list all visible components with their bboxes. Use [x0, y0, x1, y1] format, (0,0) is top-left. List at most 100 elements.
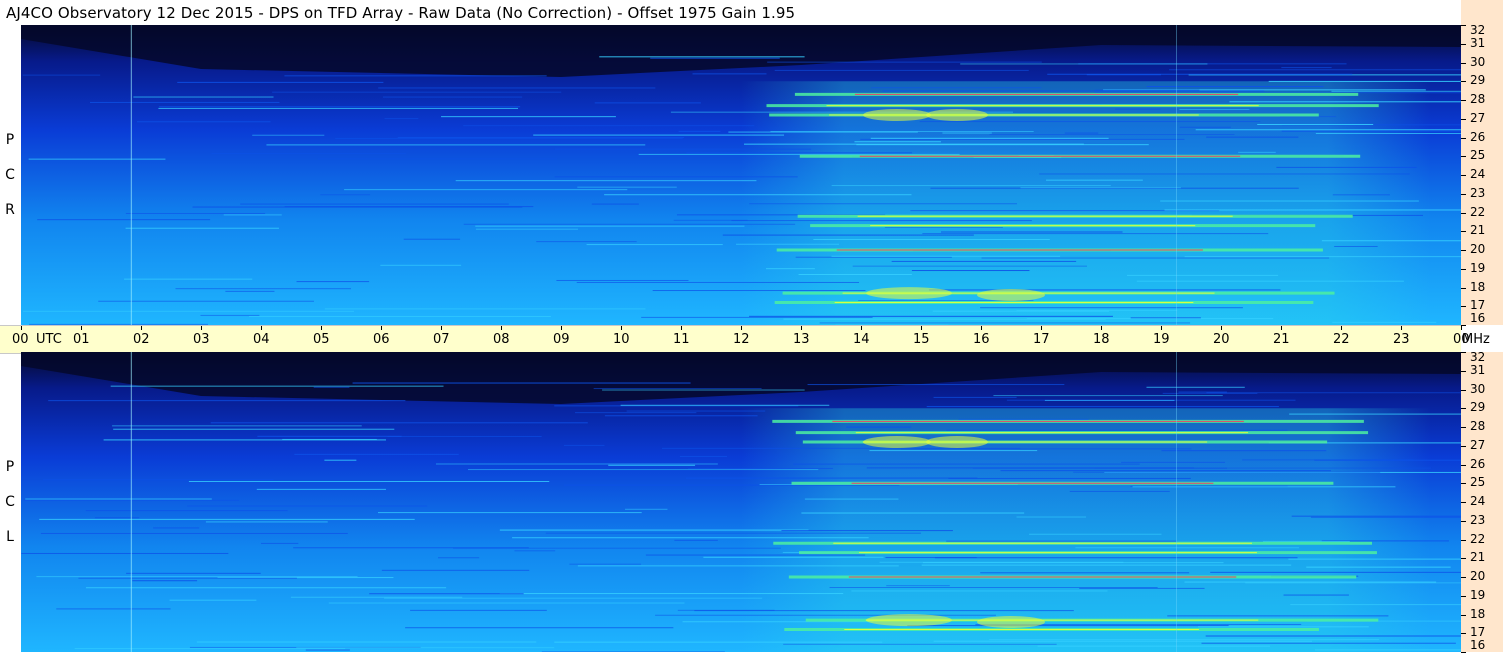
texture-line: [829, 587, 1158, 589]
texture-line: [1281, 130, 1461, 132]
texture-line: [252, 134, 325, 136]
texture-line: [604, 415, 758, 417]
texture-line: [749, 203, 1017, 205]
interference-core: [844, 629, 1199, 630]
frequency-tick: [1461, 81, 1466, 83]
time-tick: [801, 326, 802, 330]
texture-line: [296, 647, 555, 649]
frequency-tick: [1461, 287, 1466, 289]
texture-line: [284, 75, 547, 77]
texture-line: [103, 439, 386, 441]
burst-blob: [926, 109, 988, 121]
texture-line: [545, 532, 922, 534]
texture-line: [335, 138, 683, 140]
texture-line: [641, 316, 873, 318]
texture-line: [783, 318, 1106, 320]
texture-line: [382, 96, 523, 98]
texture-line: [463, 125, 755, 127]
texture-line: [993, 395, 1223, 397]
texture-line: [294, 453, 459, 455]
texture-line: [781, 530, 953, 532]
texture-line: [223, 214, 282, 216]
texture-line: [554, 176, 798, 178]
texture-line: [946, 540, 1177, 542]
texture-line: [125, 227, 279, 229]
frequency-tick: [1461, 137, 1466, 139]
texture-line: [783, 643, 1057, 645]
texture-line: [1206, 392, 1461, 394]
time-tick-label: 10: [613, 332, 630, 347]
texture-line: [344, 189, 628, 191]
corner-strip: [1461, 0, 1503, 25]
texture-line: [960, 63, 1208, 65]
frequency-tick-label: 19: [1470, 587, 1486, 602]
time-tick: [861, 326, 862, 330]
texture-line: [1047, 73, 1353, 75]
texture-line: [604, 194, 912, 196]
lcp-letter-3: P: [5, 459, 15, 475]
texture-line: [42, 479, 274, 481]
burst-blob: [866, 614, 952, 627]
time-tick-label: 22: [1333, 332, 1350, 347]
active-region: [741, 81, 1431, 325]
texture-line: [980, 572, 1190, 574]
frequency-tick-label: 27: [1470, 110, 1486, 125]
frequency-tick: [1461, 520, 1466, 522]
texture-line: [1288, 558, 1461, 560]
texture-line: [499, 593, 844, 595]
frequency-tick: [1461, 539, 1466, 541]
texture-line: [577, 565, 899, 567]
time-tick: [681, 326, 682, 330]
frequency-tick-label: 31: [1470, 362, 1486, 377]
frequency-tick: [1461, 100, 1466, 101]
texture-line: [261, 542, 299, 544]
texture-line: [1127, 274, 1279, 276]
interference-core: [832, 420, 1244, 422]
time-tick: [1101, 326, 1102, 330]
time-tick: [1221, 326, 1222, 330]
texture-line: [922, 233, 1269, 235]
frequency-tick: [1461, 62, 1466, 64]
texture-line: [625, 508, 668, 510]
frequency-tick-label: 25: [1470, 148, 1486, 163]
time-tick-label: 23: [1393, 332, 1410, 347]
texture-line: [677, 609, 775, 611]
texture-line: [290, 596, 463, 598]
texture-line: [1291, 515, 1461, 517]
time-tick: [381, 326, 382, 330]
frequency-tick: [1461, 389, 1466, 391]
texture-line: [21, 552, 229, 554]
texture-line: [626, 410, 766, 412]
texture-line: [1210, 571, 1461, 573]
texture-line: [650, 57, 780, 59]
frequency-tick: [1461, 502, 1466, 503]
frequency-tick: [1461, 43, 1466, 45]
vertical-marker: [130, 25, 132, 325]
texture-line: [980, 307, 1243, 309]
texture-line: [934, 557, 1298, 559]
texture-line: [257, 435, 402, 437]
burst-blob: [977, 289, 1045, 301]
time-tick-label: 11: [673, 332, 690, 347]
texture-line: [211, 153, 406, 155]
frequency-tick: [1461, 268, 1466, 270]
burst-blob: [863, 109, 931, 121]
texture-line: [854, 141, 941, 143]
time-tick: [621, 326, 622, 330]
texture-line: [686, 152, 913, 154]
texture-line: [328, 602, 685, 604]
texture-line: [1075, 547, 1300, 549]
texture-line: [403, 238, 461, 240]
texture-line: [112, 425, 362, 427]
texture-line: [188, 480, 550, 482]
texture-line: [608, 464, 696, 466]
texture-line: [28, 158, 166, 160]
texture-line: [599, 56, 805, 58]
rcp-letter-1: R: [5, 202, 15, 218]
texture-line: [1037, 645, 1270, 647]
time-tick-label: 16: [973, 332, 990, 347]
texture-line: [869, 450, 1038, 452]
texture-line: [661, 447, 1021, 449]
texture-line: [770, 131, 1034, 133]
interference-core: [834, 302, 1194, 303]
